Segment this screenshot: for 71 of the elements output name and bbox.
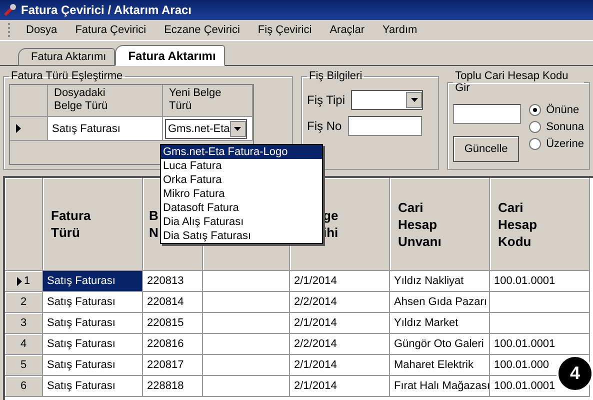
row-number: 5 (20, 359, 27, 371)
radio-option[interactable]: Sonuna (529, 121, 584, 133)
menu-item[interactable]: Dosya (17, 24, 66, 36)
dropdown-button[interactable] (406, 92, 422, 108)
caret-icon (410, 98, 418, 102)
wrench-icon (3, 3, 17, 17)
group-title: Toplu Cari Hesap Kodu Gir (454, 70, 570, 94)
tab[interactable]: Fatura Aktarımı (115, 45, 225, 66)
row-header[interactable]: 3 (5, 313, 43, 334)
radio-option[interactable]: Üzerine (529, 138, 584, 150)
menu-item[interactable]: Araçlar (320, 24, 374, 36)
row-header[interactable]: 5 (5, 355, 43, 376)
type-dropdown[interactable]: Gms.net-Eta (165, 118, 247, 138)
dropdown-button[interactable] (230, 120, 246, 136)
row-number: 1 (24, 275, 30, 287)
table-cell: Satış Faturası (43, 271, 143, 292)
input-field[interactable] (453, 104, 522, 124)
dropdown-option[interactable]: Gms.net-Eta Fatura-Logo (161, 145, 322, 159)
row-number: 2 (20, 296, 27, 308)
field-label: Fiş No (306, 119, 342, 133)
radio-option[interactable]: Önüne (529, 104, 584, 116)
window-title: Fatura Çevirici / Aktarım Aracı (21, 3, 192, 17)
type-dropdown[interactable] (351, 90, 423, 110)
menu-item[interactable]: Yardım (374, 24, 426, 36)
table-cell: 220814 (143, 292, 203, 313)
menu-item[interactable]: Fiş Çevirici (248, 24, 321, 36)
table-cell: Satış Faturası (43, 313, 143, 334)
table-cell: Ahsen Gıda Pazarı (390, 292, 490, 313)
table-cell: Satış Faturası (43, 376, 143, 397)
row-number: 6 (20, 380, 27, 392)
caret-icon (234, 126, 242, 130)
row-header[interactable]: 1 (5, 271, 43, 292)
row-number: 3 (20, 317, 27, 329)
table-cell: Satış Faturası (48, 117, 163, 141)
table-cell: Güngör Oto Galeri (390, 334, 490, 355)
row-header[interactable]: 6 (5, 376, 43, 397)
table-cell: 2/1/2014 (290, 355, 390, 376)
table-cell: Satış Faturası (43, 355, 143, 376)
table-cell: 100.01.0001 (490, 334, 590, 355)
group-title: Fatura Türü Eşleştirme (10, 70, 124, 82)
field-label: Fiş Tipi (306, 93, 345, 107)
table-cell: 100.01.0001 (490, 271, 590, 292)
table-cell: 2/2/2014 (290, 292, 390, 313)
table-cell: 220815 (143, 313, 203, 334)
table-cell: 220813 (143, 271, 203, 292)
table-cell: 2/1/2014 (290, 313, 390, 334)
table-cell: 220816 (143, 334, 203, 355)
update-button[interactable]: Güncelle (453, 136, 520, 162)
table-cell: Satış Faturası (43, 334, 143, 355)
menu-item[interactable]: Fatura Çevirici (66, 24, 156, 36)
row-pointer-icon (16, 276, 22, 286)
table-cell: 220817 (143, 355, 203, 376)
table-cell: 2/1/2014 (290, 376, 390, 397)
table-cell: Fırat Halı Mağazası (390, 376, 490, 397)
table-cell: Yıldız Market (390, 313, 490, 334)
group-title: Fiş Bilgileri (308, 70, 364, 82)
table-cell: Satış Faturası (43, 292, 143, 313)
menu-item[interactable]: Eczane Çevirici (155, 24, 249, 36)
column-header: Cari Hesap Kodu (490, 178, 590, 271)
row-number: 4 (20, 338, 27, 350)
table-cell: 228818 (143, 376, 203, 397)
table-cell: 2/2/2014 (290, 334, 390, 355)
row-header[interactable]: 4 (5, 334, 43, 355)
column-header: Cari Hesap Unvanı (390, 178, 490, 271)
column-header: Fatura Türü (43, 178, 143, 271)
input-field[interactable] (348, 116, 422, 136)
tab[interactable]: Fatura Aktarımı (18, 48, 116, 66)
table-cell: Yıldız Nakliyat (390, 271, 490, 292)
table-cell: Maharet Elektrik (390, 355, 490, 376)
table-cell: 2/1/2014 (290, 271, 390, 292)
row-header[interactable]: 2 (5, 292, 43, 313)
